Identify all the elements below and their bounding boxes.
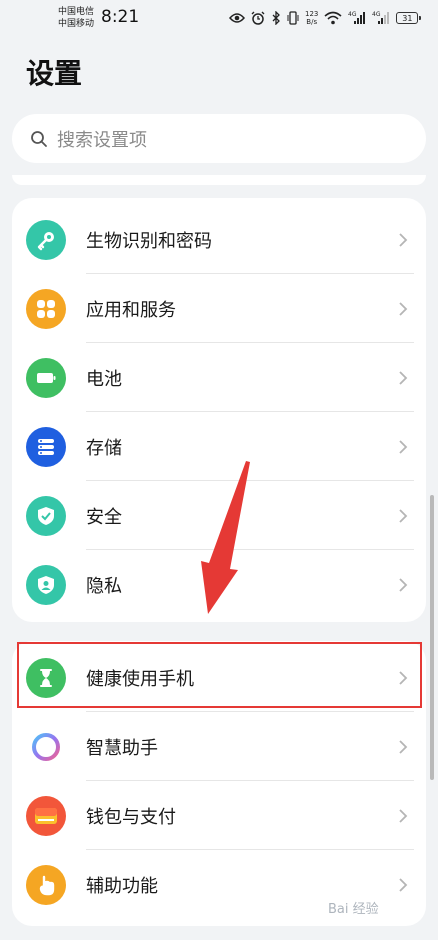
privacy-icon: [26, 565, 66, 605]
network-speed-unit: B/s: [306, 18, 318, 26]
chevron-right-icon: [399, 578, 408, 592]
settings-item-label: 电池: [86, 369, 122, 390]
signal-icon: 4G: [372, 11, 390, 24]
status-bar: 中国电信 中国移动 8:21 123 B/s 4G 4G 31: [0, 0, 438, 38]
search-bar[interactable]: 搜索设置项: [12, 114, 426, 163]
battery-icon: [26, 358, 66, 398]
settings-item-label: 生物识别和密码: [86, 231, 212, 252]
settings-item-smart-assistant[interactable]: 智慧助手: [12, 712, 426, 782]
signal-icon: 4G: [348, 11, 366, 24]
chevron-right-icon: [399, 740, 408, 754]
chevron-right-icon: [399, 509, 408, 523]
assistant-icon: [26, 727, 66, 767]
search-placeholder: 搜索设置项: [57, 129, 147, 151]
settings-item-label: 辅助功能: [86, 876, 158, 897]
eye-icon: [229, 13, 245, 23]
highlight-box: [17, 642, 422, 708]
settings-item-apps-services[interactable]: 应用和服务: [12, 274, 426, 344]
key-icon: [26, 220, 66, 260]
watermark: Bai 经验: [328, 902, 379, 917]
status-icons: 123 B/s 4G 4G 31: [229, 8, 422, 28]
settings-item-label: 隐私: [86, 576, 122, 597]
settings-item-label: 钱包与支付: [86, 807, 176, 828]
storage-icon: [26, 427, 66, 467]
clock: 8:21: [101, 7, 140, 27]
settings-item-label: 应用和服务: [86, 300, 176, 321]
scrolled-card-edge: [12, 175, 426, 185]
bluetooth-icon: [272, 11, 280, 25]
search-icon: [31, 130, 47, 147]
signal-1-label: 4G: [348, 11, 357, 18]
chevron-right-icon: [399, 233, 408, 247]
settings-item-label: 智慧助手: [86, 738, 158, 759]
settings-item-storage[interactable]: 存储: [12, 412, 426, 482]
network-speed: 123 B/s: [305, 10, 318, 26]
network-speed-value: 123: [305, 10, 319, 18]
chevron-right-icon: [399, 809, 408, 823]
signal-2-label: 4G: [372, 11, 381, 18]
chevron-right-icon: [399, 371, 408, 385]
wifi-icon: [324, 11, 342, 25]
apps-icon: [26, 289, 66, 329]
chevron-right-icon: [399, 302, 408, 316]
scrollbar[interactable]: [430, 495, 434, 780]
settings-item-wallet[interactable]: 钱包与支付: [12, 781, 426, 851]
chevron-right-icon: [399, 440, 408, 454]
battery-indicator: 31: [396, 12, 422, 24]
carrier-1: 中国电信: [58, 7, 95, 17]
settings-item-battery[interactable]: 电池: [12, 343, 426, 413]
settings-item-label: 安全: [86, 507, 122, 528]
settings-group-1: 生物识别和密码 应用和服务 电池 存储 安全 隐私: [12, 198, 426, 622]
alarm-icon: [251, 11, 265, 25]
accessibility-icon: [26, 865, 66, 905]
vibrate-icon: [287, 11, 299, 25]
shield-check-icon: [26, 496, 66, 536]
carrier-2: 中国移动: [58, 19, 95, 29]
settings-item-security[interactable]: 安全: [12, 481, 426, 551]
carrier-labels: 中国电信 中国移动: [58, 6, 94, 30]
settings-item-biometrics[interactable]: 生物识别和密码: [12, 205, 426, 275]
settings-item-label: 存储: [86, 438, 122, 459]
page-title: 设置: [26, 57, 83, 90]
wallet-icon: [26, 796, 66, 836]
settings-item-privacy[interactable]: 隐私: [12, 550, 426, 620]
chevron-right-icon: [399, 878, 408, 892]
